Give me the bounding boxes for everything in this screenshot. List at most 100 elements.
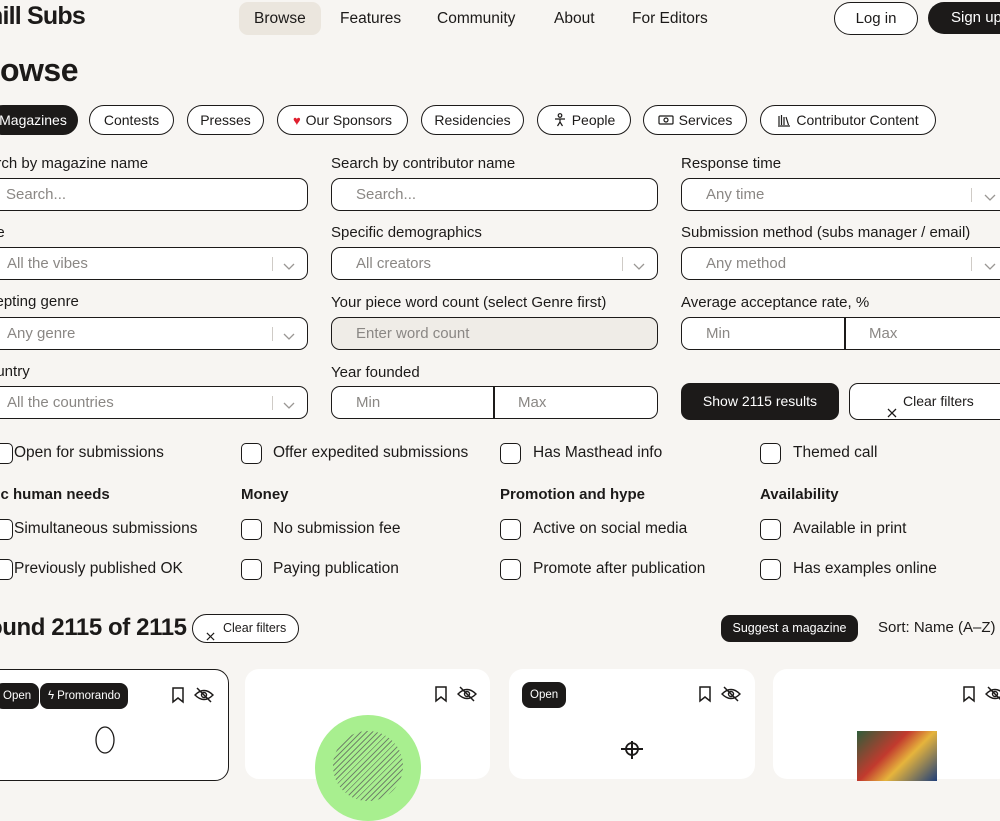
checkbox-open-for-submissions[interactable] <box>0 443 13 464</box>
category-people[interactable]: People <box>537 105 631 135</box>
response-time-label: Response time <box>681 155 782 172</box>
year-range[interactable]: Min Max <box>331 386 658 419</box>
clear-filters-button[interactable]: Clear filters <box>849 383 1000 420</box>
word-count-input[interactable]: Enter word count <box>331 317 658 350</box>
checkbox-label: No submission fee <box>273 520 401 537</box>
category-label: Presses <box>200 112 251 128</box>
method-select[interactable]: Any method <box>681 247 1000 280</box>
hide-icon[interactable] <box>721 685 741 703</box>
magazine-card[interactable] <box>245 669 490 821</box>
site-logo[interactable]: hill Subs <box>0 2 86 31</box>
suggest-magazine-button[interactable]: Suggest a magazine <box>721 615 858 642</box>
response-time-value: Any time <box>706 186 765 203</box>
bookmark-icon[interactable] <box>169 686 187 704</box>
acceptance-min-input[interactable]: Min <box>706 318 730 349</box>
category-services[interactable]: Services <box>643 105 747 135</box>
divider <box>622 257 623 271</box>
country-label: ountry <box>0 363 30 380</box>
status-badge: Open <box>0 683 40 709</box>
category-contributor-content[interactable]: Contributor Content <box>760 105 936 135</box>
search-placeholder: Search... <box>6 186 67 203</box>
person-icon <box>553 107 567 135</box>
category-magazines[interactable]: Magazines <box>0 105 78 135</box>
page-title: rowse <box>0 52 78 88</box>
category-contests[interactable]: Contests <box>89 105 174 135</box>
magazine-card[interactable]: Open <box>509 669 755 779</box>
books-icon <box>777 107 791 135</box>
bookmark-icon[interactable] <box>696 685 714 703</box>
divider <box>272 396 273 410</box>
acceptance-max-input[interactable]: Max <box>869 318 897 349</box>
category-label: Contributor Content <box>796 112 919 128</box>
magazine-card[interactable]: Open ϟ Promorando <box>0 669 229 781</box>
word-count-placeholder: Enter word count <box>356 325 470 342</box>
nav-browse[interactable]: Browse <box>239 2 321 35</box>
nav-about[interactable]: About <box>539 2 610 35</box>
acceptance-label: Average acceptance rate, % <box>681 294 870 311</box>
checkbox-label: Paying publication <box>273 560 399 577</box>
magazine-search-input[interactable]: Search... <box>0 178 308 211</box>
genre-select[interactable]: Any genre <box>0 317 308 350</box>
year-founded-label: Year founded <box>331 364 420 381</box>
checkbox-examples-online[interactable] <box>760 559 781 580</box>
results-count: ound 2115 of 2115 <box>0 614 187 641</box>
spoon-illustration <box>91 726 119 761</box>
hide-icon[interactable] <box>985 685 1000 703</box>
chevron-down-icon <box>283 258 295 276</box>
login-button[interactable]: Log in <box>834 2 918 35</box>
checkbox-label: Previously published OK <box>14 560 183 577</box>
hide-icon[interactable] <box>457 685 477 703</box>
nav-features[interactable]: Features <box>325 2 416 35</box>
checkbox-previously-published[interactable] <box>0 559 13 580</box>
checkbox-themed-call[interactable] <box>760 443 781 464</box>
money-icon <box>658 107 674 135</box>
checkbox-label: Themed call <box>793 444 878 461</box>
checkbox-expedited[interactable] <box>241 443 262 464</box>
checkbox-print[interactable] <box>760 519 781 540</box>
checkbox-social-media[interactable] <box>500 519 521 540</box>
category-residencies[interactable]: Residencies <box>421 105 524 135</box>
clear-filters-button-secondary[interactable]: Clear filters <box>192 614 299 643</box>
checkbox-label: Simultaneous submissions <box>14 520 198 537</box>
status-badge: Open <box>522 682 567 708</box>
show-results-button[interactable]: Show 2115 results <box>681 383 839 420</box>
checkbox-no-fee[interactable] <box>241 519 262 540</box>
group-title: Availability <box>760 486 839 503</box>
clear-filters-label: Clear filters <box>223 621 287 635</box>
green-circle-logo <box>315 715 421 821</box>
divider <box>272 327 273 341</box>
country-select[interactable]: All the countries <box>0 386 308 419</box>
chevron-down-icon <box>283 328 295 346</box>
checkbox-simultaneous[interactable] <box>0 519 13 540</box>
checkbox-promote[interactable] <box>500 559 521 580</box>
magazine-name-label: arch by magazine name <box>0 155 149 172</box>
hide-icon[interactable] <box>194 686 214 704</box>
category-label: Residencies <box>434 112 511 128</box>
category-label: Contests <box>103 112 160 128</box>
bookmark-icon[interactable] <box>432 685 450 703</box>
chevron-down-icon <box>283 397 295 415</box>
nav-for-editors[interactable]: For Editors <box>617 2 723 35</box>
checkbox-masthead[interactable] <box>500 443 521 464</box>
checkbox-paying[interactable] <box>241 559 262 580</box>
year-max-input[interactable]: Max <box>518 387 546 418</box>
sort-select[interactable]: Sort: Name (A–Z) <box>878 619 996 636</box>
divider <box>844 317 846 350</box>
vibe-select[interactable]: All the vibes <box>0 247 308 280</box>
demographics-select[interactable]: All creators <box>331 247 658 280</box>
logo-hatch <box>333 731 403 801</box>
signup-button[interactable]: Sign up <box>928 2 1000 34</box>
contributor-name-label: Search by contributor name <box>331 155 516 172</box>
nav-community[interactable]: Community <box>422 2 530 35</box>
year-min-input[interactable]: Min <box>356 387 380 418</box>
group-title: Promotion and hype <box>500 486 646 503</box>
checkbox-label: Active on social media <box>533 520 688 537</box>
bookmark-icon[interactable] <box>960 685 978 703</box>
acceptance-range[interactable]: Min Max <box>681 317 1000 350</box>
category-presses[interactable]: Presses <box>187 105 264 135</box>
contributor-search-input[interactable]: Search... <box>331 178 658 211</box>
category-our-sponsors[interactable]: ♥ Our Sponsors <box>277 105 408 135</box>
response-time-select[interactable]: Any time <box>681 178 1000 211</box>
divider <box>971 188 972 202</box>
magazine-card[interactable] <box>773 669 1000 781</box>
